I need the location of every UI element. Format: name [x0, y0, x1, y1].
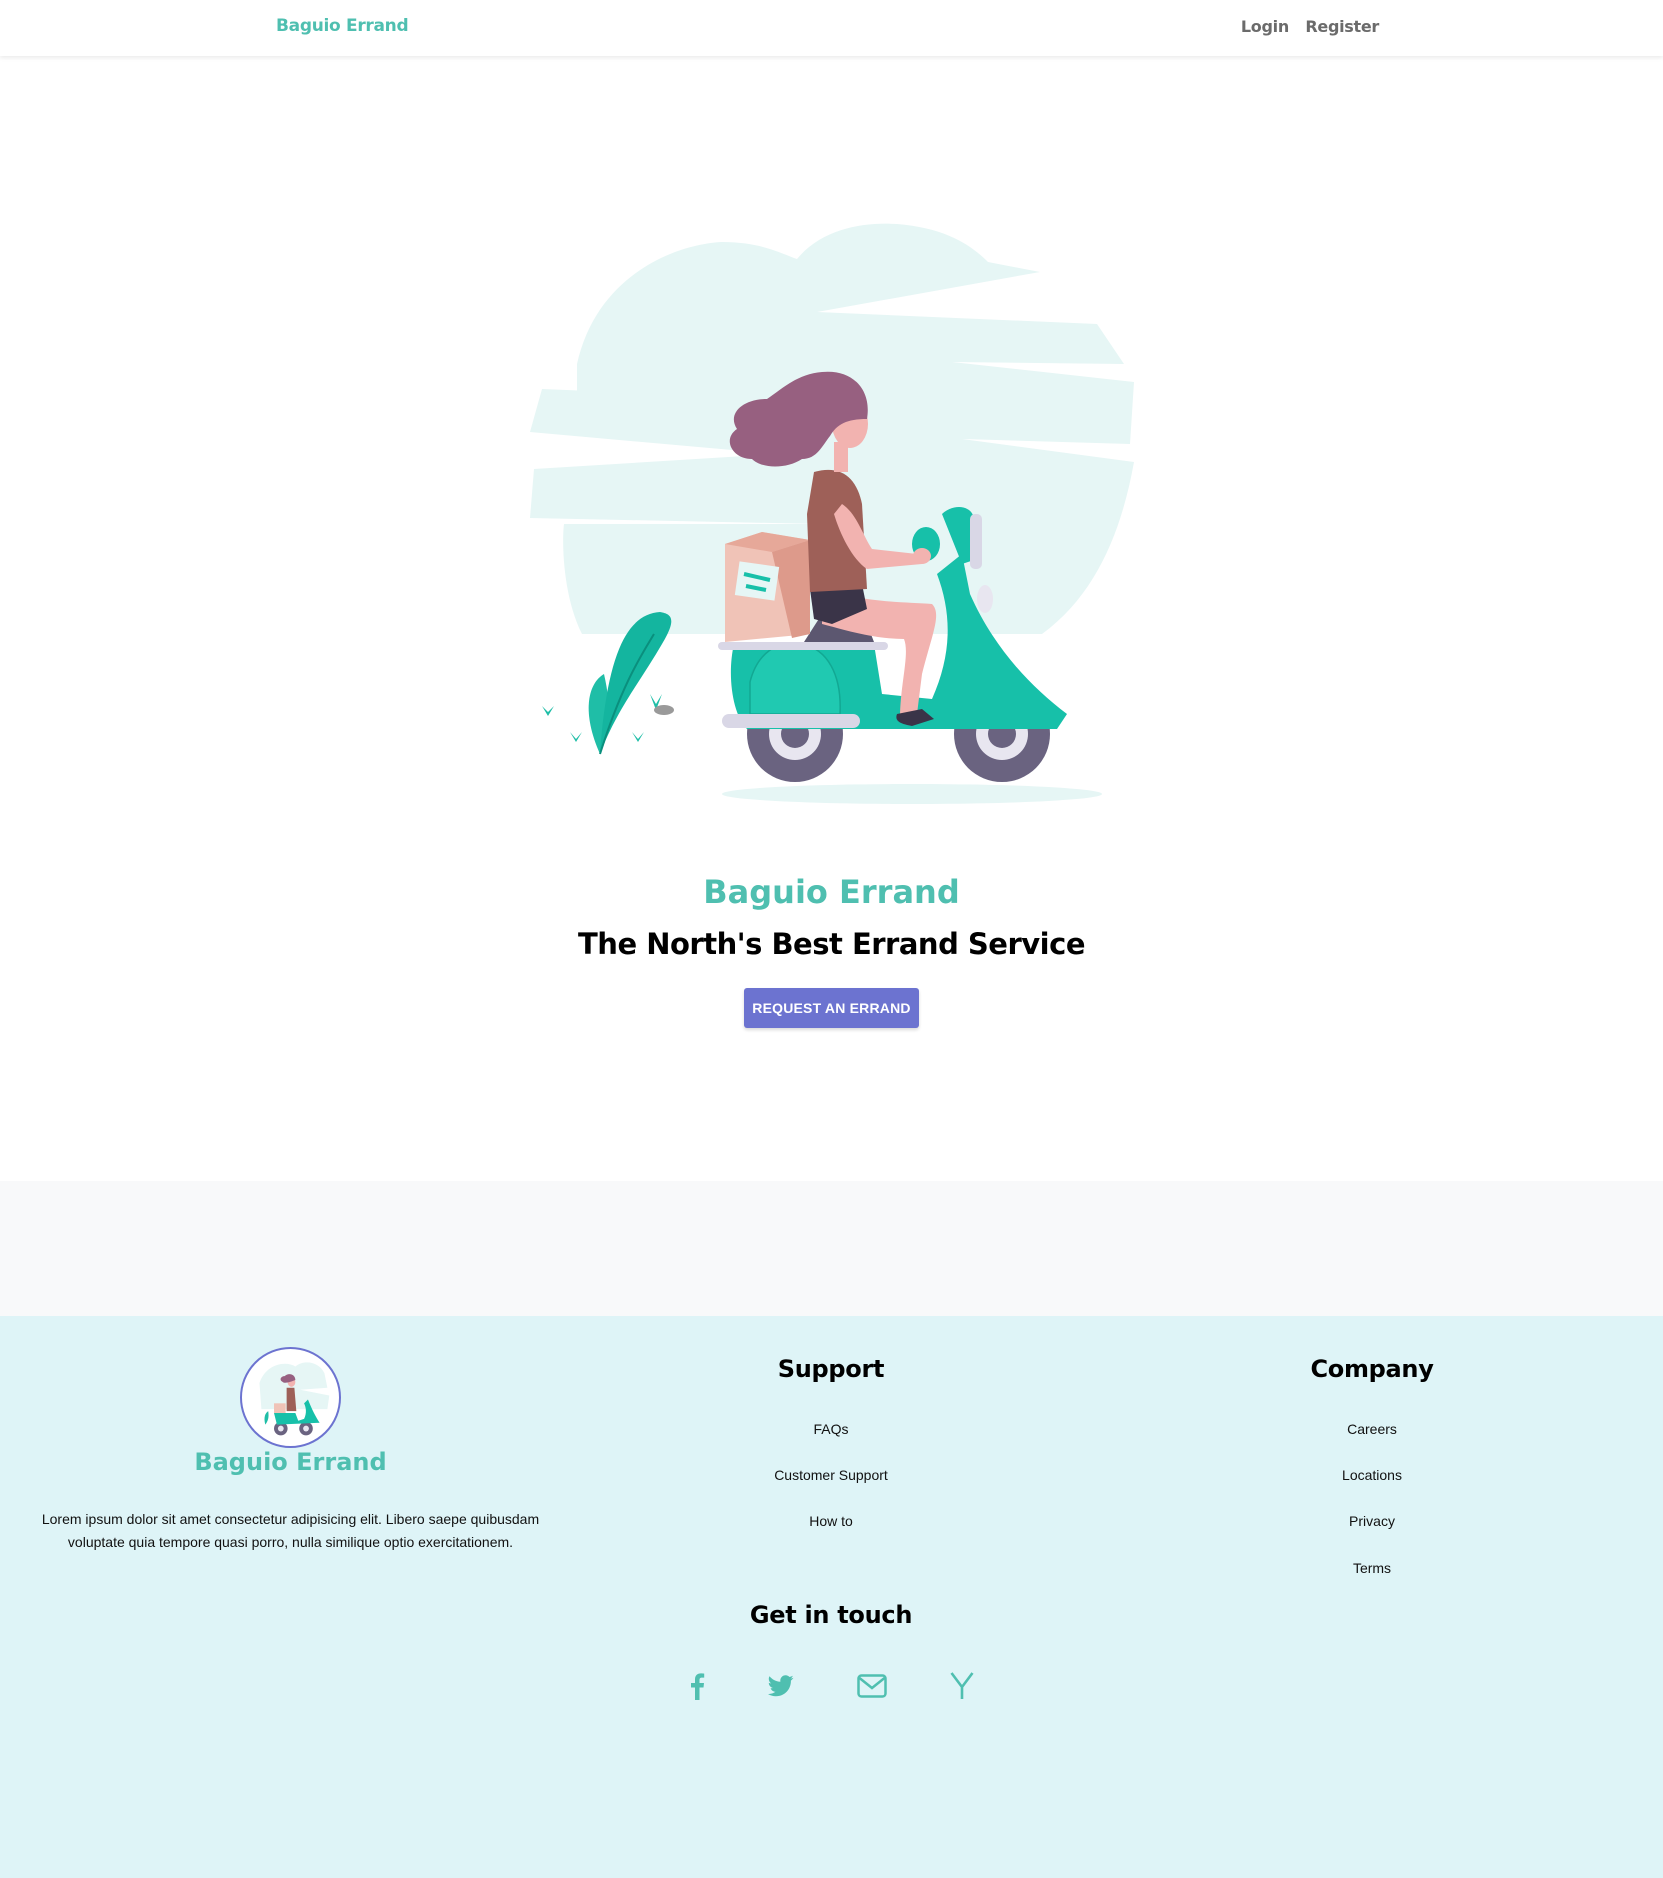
- footer-logo: [240, 1347, 341, 1448]
- customer-support-link[interactable]: Customer Support: [681, 1467, 981, 1483]
- careers-link[interactable]: Careers: [1222, 1421, 1522, 1437]
- nav-links: Login Register: [1229, 17, 1379, 37]
- login-link[interactable]: Login: [1241, 17, 1289, 36]
- twitter-icon[interactable]: [761, 1666, 801, 1706]
- scooter-delivery-illustration: [530, 223, 1134, 804]
- facebook-icon[interactable]: [677, 1666, 717, 1706]
- register-link[interactable]: Register: [1305, 17, 1379, 36]
- empty-band-section: [0, 1181, 1663, 1316]
- footer-brand: Baguio Errand: [194, 1448, 387, 1476]
- y-combinator-icon[interactable]: [942, 1666, 982, 1706]
- faqs-link[interactable]: FAQs: [681, 1421, 981, 1437]
- how-to-link[interactable]: How to: [681, 1513, 981, 1529]
- footer-description: Lorem ipsum dolor sit amet consectetur a…: [41, 1511, 540, 1550]
- support-heading: Support: [777, 1355, 885, 1383]
- terms-link[interactable]: Terms: [1222, 1560, 1522, 1576]
- top-navbar: Baguio Errand Login Register: [0, 0, 1663, 56]
- company-heading: Company: [1310, 1355, 1434, 1383]
- locations-link[interactable]: Locations: [1222, 1467, 1522, 1483]
- hero-title: Baguio Errand: [703, 873, 960, 911]
- envelope-icon[interactable]: [852, 1666, 892, 1706]
- footer-logo-illustration: [259, 1362, 330, 1436]
- privacy-link[interactable]: Privacy: [1222, 1513, 1522, 1529]
- navbar-brand[interactable]: Baguio Errand: [276, 16, 409, 36]
- hero-subtitle: The North's Best Errand Service: [578, 927, 1085, 961]
- get-in-touch-heading: Get in touch: [749, 1601, 913, 1629]
- request-errand-button[interactable]: REQUEST AN ERRAND: [744, 988, 919, 1028]
